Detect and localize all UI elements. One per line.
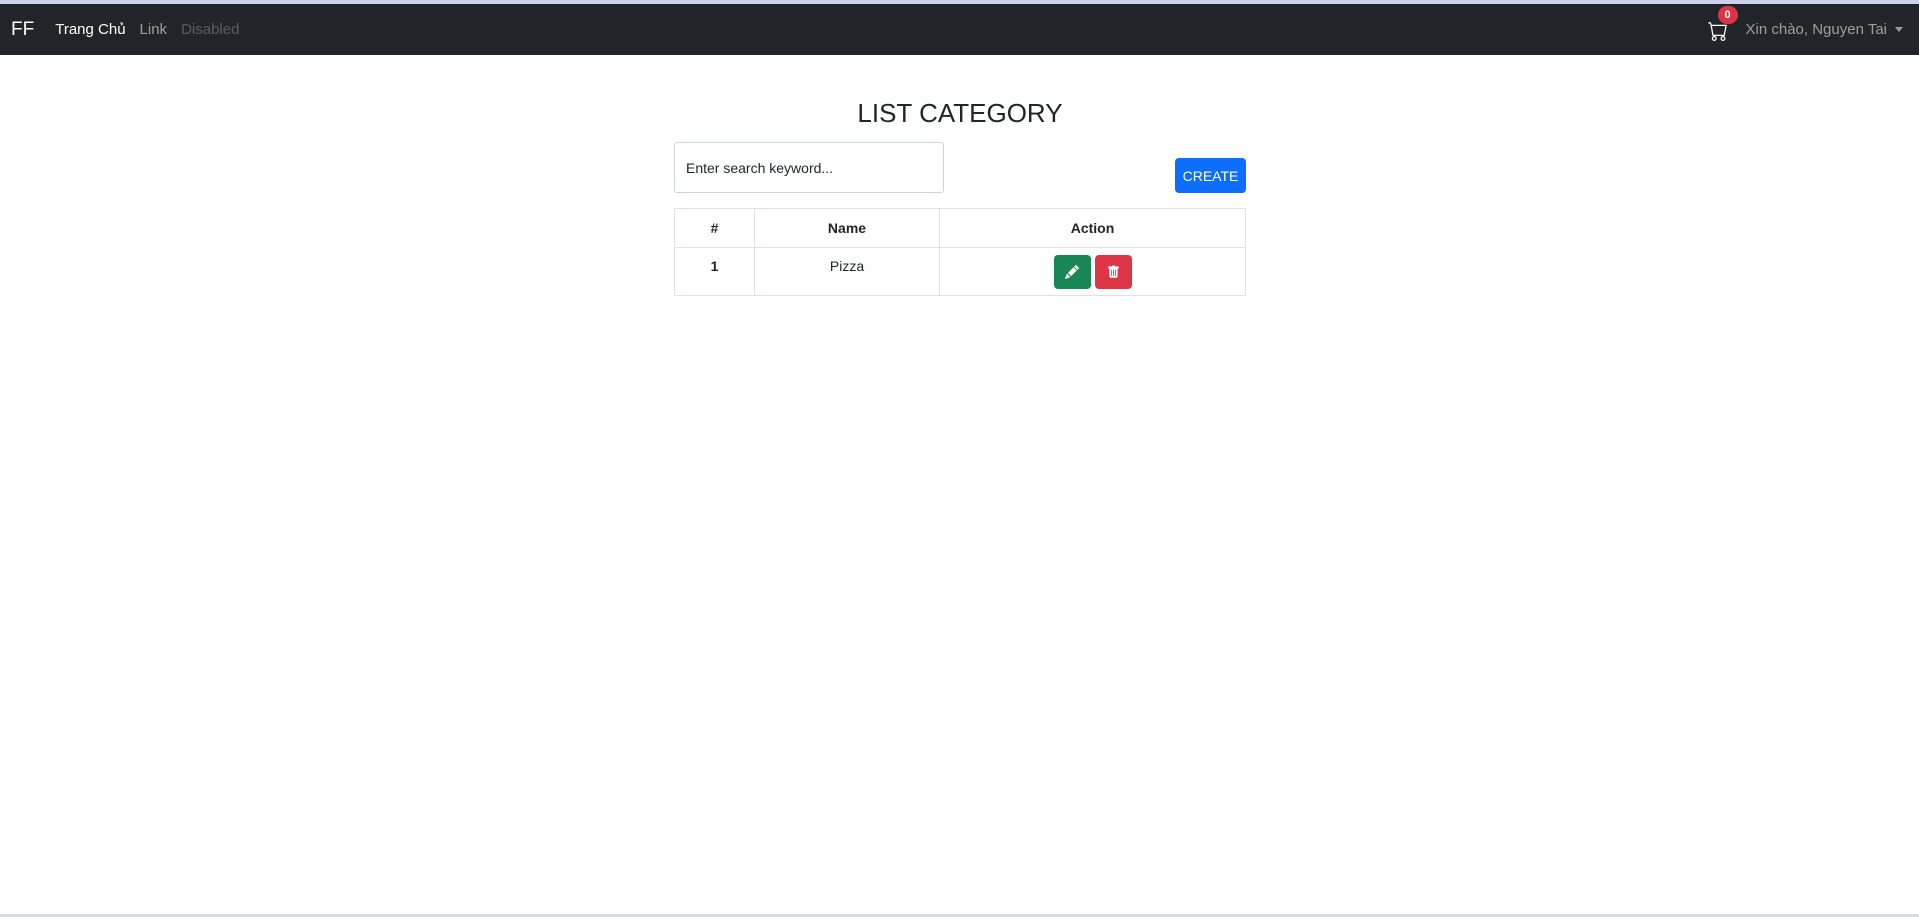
cart-count-badge: 0 [1717, 5, 1738, 24]
row-name: Pizza [754, 247, 940, 296]
nav-link-link[interactable]: Link [140, 21, 168, 38]
row-number: 1 [674, 247, 755, 296]
action-buttons [1053, 255, 1132, 289]
search-input[interactable] [674, 142, 944, 193]
main-content: LIST CATEGORY CREATE # Name Action 1 Piz… [674, 55, 1246, 296]
navbar: FF Trang Chủ Link Disabled 0 Xin chào, N… [0, 4, 1919, 55]
brand-logo[interactable]: FF [11, 19, 34, 41]
navbar-right: 0 Xin chào, Nguyen Tai [1707, 4, 1903, 55]
edit-button[interactable] [1053, 255, 1091, 289]
column-header-name: Name [754, 208, 940, 248]
user-greeting: Xin chào, Nguyen Tai [1745, 21, 1887, 38]
column-header-number: # [674, 208, 755, 248]
column-header-action: Action [939, 208, 1246, 248]
toolbar: CREATE [674, 142, 1246, 210]
table-row: 1 Pizza [674, 247, 1246, 296]
nav-link-home[interactable]: Trang Chủ [55, 21, 125, 38]
delete-button[interactable] [1094, 255, 1132, 289]
user-dropdown[interactable]: Xin chào, Nguyen Tai [1746, 21, 1903, 38]
create-button[interactable]: CREATE [1175, 158, 1246, 193]
table-header-row: # Name Action [674, 208, 1246, 248]
cart-button[interactable]: 0 [1707, 5, 1738, 41]
row-actions [939, 247, 1246, 296]
cart-icon [1707, 21, 1727, 41]
chevron-down-icon [1895, 27, 1903, 32]
page-title: LIST CATEGORY [857, 98, 1063, 128]
trash-icon [1107, 265, 1119, 278]
category-table: # Name Action 1 Pizza [674, 208, 1246, 296]
nav-link-disabled: Disabled [181, 21, 240, 38]
pencil-icon [1065, 265, 1079, 279]
